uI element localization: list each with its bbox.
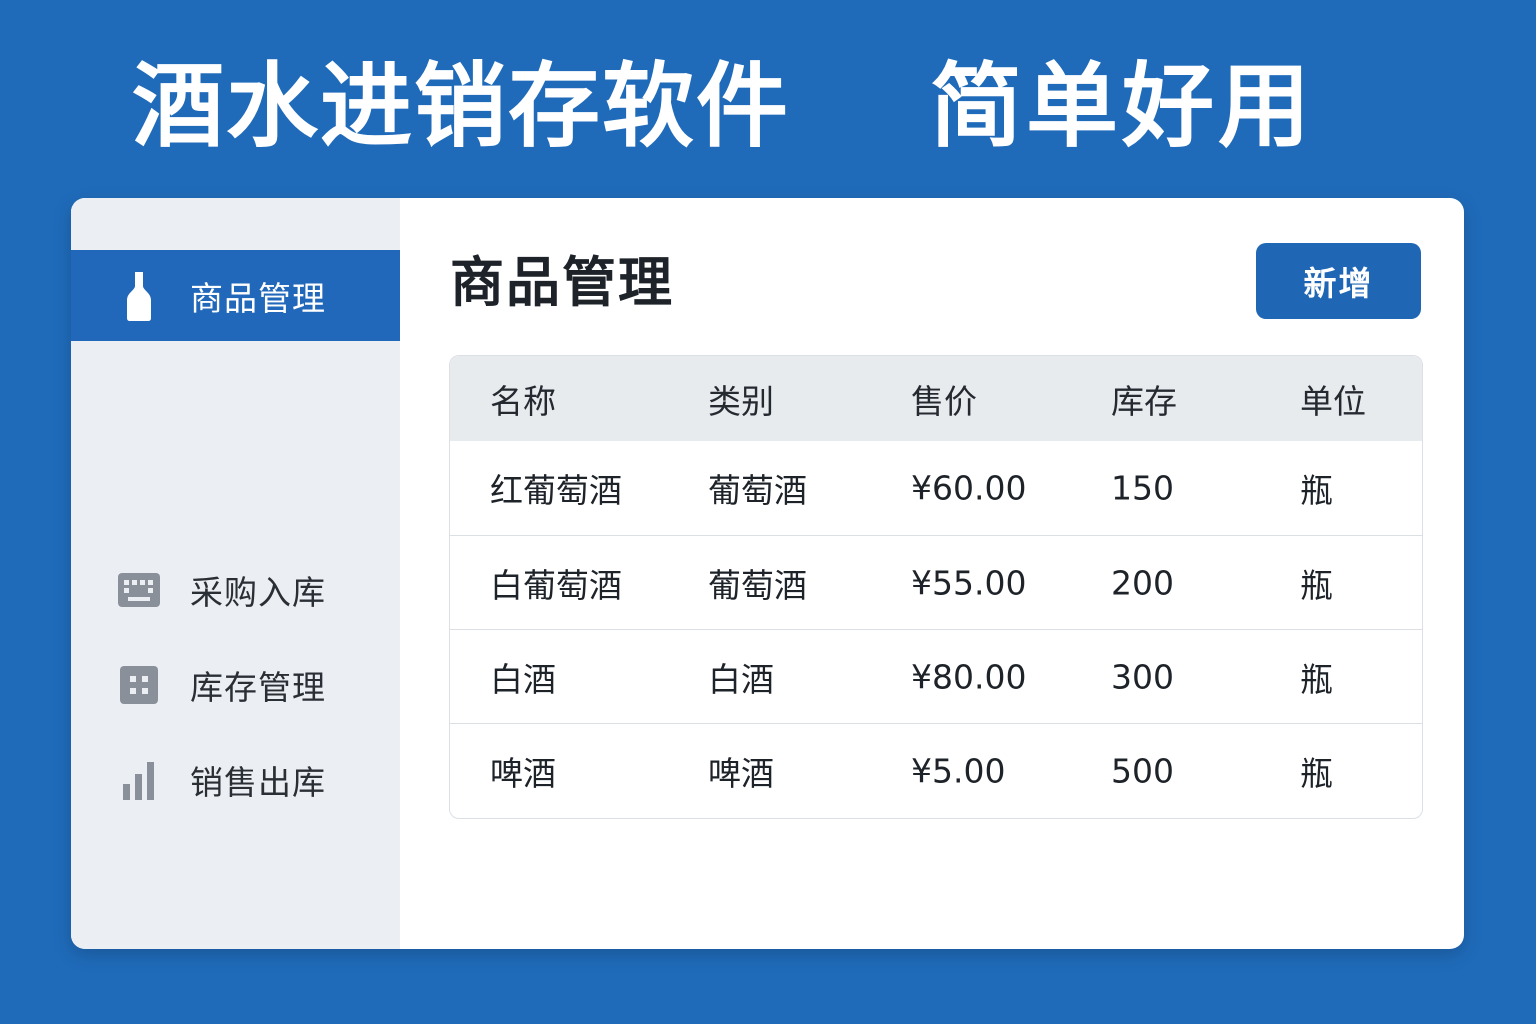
table-row[interactable]: 红葡萄酒 葡萄酒 ¥60.00 150 瓶 — [450, 441, 1422, 535]
cell-name: 啤酒 — [490, 753, 556, 793]
sidebar-item-label: 商品管理 — [190, 278, 326, 318]
cell-unit: 瓶 — [1300, 471, 1333, 510]
cell-name: 白葡萄酒 — [490, 565, 622, 605]
cell-unit: 瓶 — [1300, 565, 1333, 605]
cell-name: 红葡萄酒 — [490, 471, 622, 510]
cell-unit: 瓶 — [1300, 753, 1333, 793]
column-header-stock[interactable]: 库存 — [1111, 375, 1177, 423]
main-content: 商品管理 新增 名称 类别 售价 库存 单位 红葡萄酒 葡萄酒 ¥60.00 1… — [400, 198, 1464, 949]
cell-price: ¥60.00 — [911, 468, 1027, 508]
table-row[interactable]: 白葡萄酒 葡萄酒 ¥55.00 200 瓶 — [450, 535, 1422, 629]
cell-price: ¥5.00 — [911, 751, 1006, 790]
cell-category: 白酒 — [708, 659, 774, 699]
keyboard-icon — [117, 568, 161, 612]
cell-price: ¥55.00 — [911, 563, 1027, 602]
table-header: 名称 类别 售价 库存 单位 — [450, 356, 1422, 441]
sidebar-item-label: 销售出库 — [190, 762, 326, 802]
add-button[interactable]: 新增 — [1256, 243, 1421, 319]
column-header-name[interactable]: 名称 — [490, 375, 556, 423]
sidebar-item-label: 库存管理 — [190, 667, 326, 707]
column-header-unit[interactable]: 单位 — [1300, 375, 1366, 423]
cell-unit: 瓶 — [1300, 659, 1333, 699]
sidebar-item-purchase[interactable]: 采购入库 — [71, 544, 400, 635]
column-header-category[interactable]: 类别 — [708, 375, 774, 423]
cell-stock: 300 — [1111, 657, 1174, 696]
sidebar-item-sales[interactable]: 销售出库 — [71, 734, 400, 825]
cell-price: ¥80.00 — [911, 657, 1027, 696]
cell-name: 白酒 — [490, 659, 556, 699]
app-window: 商品管理 采购入库 库存管理 销售出库 商品管理 新增 名称 类别 售价 库存 … — [71, 198, 1464, 949]
table-row[interactable]: 白酒 白酒 ¥80.00 300 瓶 — [450, 629, 1422, 723]
page-title: 商品管理 — [450, 251, 674, 314]
cell-stock: 150 — [1111, 468, 1174, 508]
product-table: 名称 类别 售价 库存 单位 红葡萄酒 葡萄酒 ¥60.00 150 瓶 白葡萄… — [449, 355, 1423, 819]
promo-banner: 酒水进销存软件 简单好用 — [0, 52, 1536, 162]
bottle-icon — [117, 271, 161, 321]
banner-title: 酒水进销存软件 — [132, 53, 791, 160]
table-row[interactable]: 啤酒 啤酒 ¥5.00 500 瓶 — [450, 723, 1422, 817]
grid-icon — [117, 663, 161, 707]
cell-category: 葡萄酒 — [708, 471, 807, 510]
cell-category: 葡萄酒 — [708, 565, 807, 605]
sidebar-item-products[interactable]: 商品管理 — [71, 250, 400, 341]
cell-category: 啤酒 — [708, 753, 774, 793]
banner-slogan: 简单好用 — [930, 53, 1315, 160]
cell-stock: 200 — [1111, 563, 1174, 602]
sidebar: 商品管理 采购入库 库存管理 销售出库 — [71, 198, 400, 949]
cell-stock: 500 — [1111, 751, 1174, 790]
sidebar-item-inventory[interactable]: 库存管理 — [71, 639, 400, 730]
sidebar-item-label: 采购入库 — [190, 572, 326, 612]
column-header-price[interactable]: 售价 — [911, 375, 977, 423]
bar-chart-icon — [117, 758, 161, 802]
